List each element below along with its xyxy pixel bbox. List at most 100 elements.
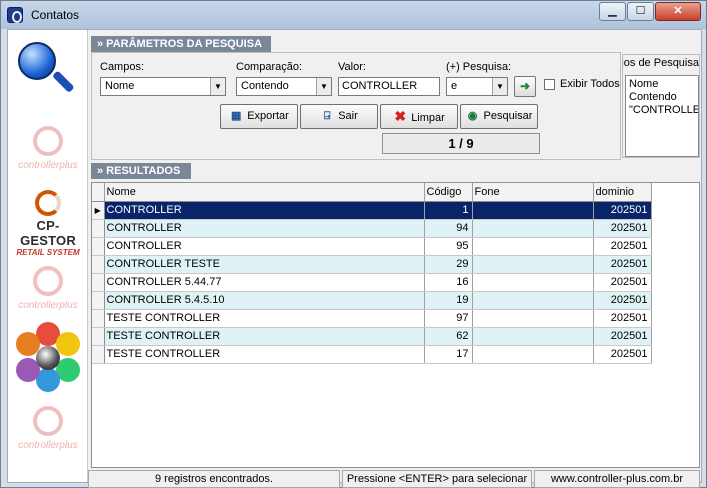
cell-codigo: 29 (424, 255, 473, 274)
search-logo-icon (16, 40, 75, 100)
valor-label: Valor: (338, 61, 366, 73)
row-indicator (92, 219, 105, 238)
criteria-panel: Critérios de Pesquisa Nome Contendo "CON… (622, 54, 700, 158)
cell-dominio: 202501 (593, 327, 652, 346)
cell-codigo: 1 (424, 201, 473, 220)
chevron-down-icon[interactable]: ▼ (492, 78, 507, 95)
cell-nome: CONTROLLER 5.4.5.10 (104, 291, 425, 310)
chevron-down-icon[interactable]: ▼ (316, 78, 331, 95)
results-grid[interactable]: Nome Código Fone dominio ▶ CONTROLLER 1 … (91, 182, 700, 468)
current-row-arrow-icon: ▶ (92, 201, 105, 220)
minimize-button[interactable]: ▁ (599, 2, 626, 21)
table-row[interactable]: TESTE CONTROLLER 62 202501 (92, 327, 652, 346)
status-website-link[interactable]: www.controller-plus.com.br (534, 470, 700, 488)
clear-x-icon: ✖ (394, 108, 407, 124)
results-section-header: » RESULTADOS (91, 163, 191, 179)
table-row[interactable]: TESTE CONTROLLER 17 202501 (92, 345, 652, 364)
cell-codigo: 97 (424, 309, 473, 328)
cell-fone (472, 273, 594, 292)
cell-fone (472, 201, 594, 220)
contatos-window: Contatos ▁ ☐ ✕ controllerplus CP-GESTOR … (0, 0, 707, 488)
cell-fone (472, 237, 594, 256)
flower-logo-icon (12, 322, 84, 392)
pesquisar-button[interactable]: ◉ Pesquisar (460, 104, 538, 129)
cell-codigo: 94 (424, 219, 473, 238)
cell-dominio: 202501 (593, 201, 652, 220)
pesquisa-operator-value: e (451, 80, 458, 92)
limpar-button-label: Limpar (411, 112, 445, 124)
controllerplus-logo-text: controllerplus (18, 160, 78, 171)
close-button[interactable]: ✕ (655, 2, 701, 21)
column-header-nome[interactable]: Nome (104, 183, 425, 202)
cell-nome: TESTE CONTROLLER (104, 327, 425, 346)
row-indicator (92, 255, 105, 274)
table-row[interactable]: CONTROLLER 95 202501 (92, 237, 652, 256)
table-row[interactable]: ▶ CONTROLLER 1 202501 (92, 201, 652, 220)
column-header-fone[interactable]: Fone (472, 183, 594, 202)
row-indicator (92, 309, 105, 328)
criteria-title: Critérios de Pesquisa (623, 57, 699, 69)
controllerplus-logo: controllerplus (12, 262, 84, 322)
comparacao-select[interactable]: Contendo ▼ (236, 77, 332, 96)
table-row[interactable]: CONTROLLER 5.4.5.10 19 202501 (92, 291, 652, 310)
add-criteria-button[interactable]: ➜ (514, 76, 536, 97)
cell-dominio: 202501 (593, 345, 652, 364)
status-record-count: 9 registros encontrados. (88, 470, 340, 488)
exibir-todos-label: Exibir Todos (560, 78, 620, 90)
campos-select[interactable]: Nome ▼ (100, 77, 226, 96)
sidebar: controllerplus CP-GESTOR RETAIL SYSTEM c… (8, 30, 88, 482)
maximize-button[interactable]: ☐ (627, 2, 654, 21)
params-section-header: » PARÂMETROS DA PESQUISA (91, 36, 271, 52)
cell-dominio: 202501 (593, 219, 652, 238)
cell-codigo: 17 (424, 345, 473, 364)
sair-button[interactable]: ⍈ Sair (300, 104, 378, 129)
table-row[interactable]: CONTROLLER 94 202501 (92, 219, 652, 238)
controllerplus-logo: controllerplus (12, 122, 84, 182)
cell-nome: CONTROLLER (104, 237, 425, 256)
cell-codigo: 19 (424, 291, 473, 310)
cp-gestor-logo: CP-GESTOR RETAIL SYSTEM (12, 190, 84, 257)
cell-fone (472, 291, 594, 310)
cell-fone (472, 327, 594, 346)
page-counter: 1 / 9 (382, 133, 540, 154)
criteria-list[interactable]: Nome Contendo "CONTROLLER" (625, 75, 699, 157)
controllerplus-logo-text: controllerplus (18, 440, 78, 451)
campos-value: Nome (105, 80, 135, 92)
row-indicator (92, 273, 105, 292)
limpar-button[interactable]: ✖ Limpar (380, 104, 458, 129)
table-row[interactable]: TESTE CONTROLLER 97 202501 (92, 309, 652, 328)
cell-dominio: 202501 (593, 273, 652, 292)
cell-nome: TESTE CONTROLLER (104, 345, 425, 364)
row-indicator (92, 291, 105, 310)
table-row[interactable]: CONTROLLER TESTE 29 202501 (92, 255, 652, 274)
title-bar[interactable]: Contatos ▁ ☐ ✕ (1, 1, 706, 29)
exibir-todos-checkbox[interactable] (544, 79, 555, 90)
status-hint: Pressione <ENTER> para selecionar (342, 470, 532, 488)
cell-nome: CONTROLLER 5.44.77 (104, 273, 425, 292)
pesquisar-button-label: Pesquisar (483, 110, 533, 122)
sair-button-label: Sair (338, 110, 358, 122)
pesquisa-operator-select[interactable]: e ▼ (446, 77, 508, 96)
cell-dominio: 202501 (593, 309, 652, 328)
export-icon: ▦ (231, 110, 242, 122)
valor-input[interactable]: CONTROLLER (338, 77, 440, 96)
column-header-dominio[interactable]: dominio (593, 183, 652, 202)
column-header-codigo[interactable]: Código (424, 183, 473, 202)
campos-label: Campos: (100, 61, 145, 73)
cell-fone (472, 255, 594, 274)
row-indicator (92, 237, 105, 256)
search-globe-icon: ◉ (467, 110, 478, 122)
row-indicator (92, 327, 105, 346)
criteria-item: Nome (629, 78, 659, 90)
chevron-down-icon[interactable]: ▼ (210, 78, 225, 95)
cell-nome: CONTROLLER (104, 219, 425, 238)
arrow-right-icon: ➜ (519, 79, 531, 93)
exportar-button[interactable]: ▦ Exportar (220, 104, 298, 129)
controllerplus-logo: controllerplus (12, 402, 84, 462)
status-bar: 9 registros encontrados. Pressione <ENTE… (88, 470, 702, 488)
app-icon (7, 7, 23, 23)
search-params-panel: Campos: Nome ▼ Comparação: Contendo ▼ Va… (91, 52, 621, 160)
cell-nome: TESTE CONTROLLER (104, 309, 425, 328)
table-row[interactable]: CONTROLLER 5.44.77 16 202501 (92, 273, 652, 292)
table-header-row: Nome Código Fone dominio (92, 183, 652, 202)
